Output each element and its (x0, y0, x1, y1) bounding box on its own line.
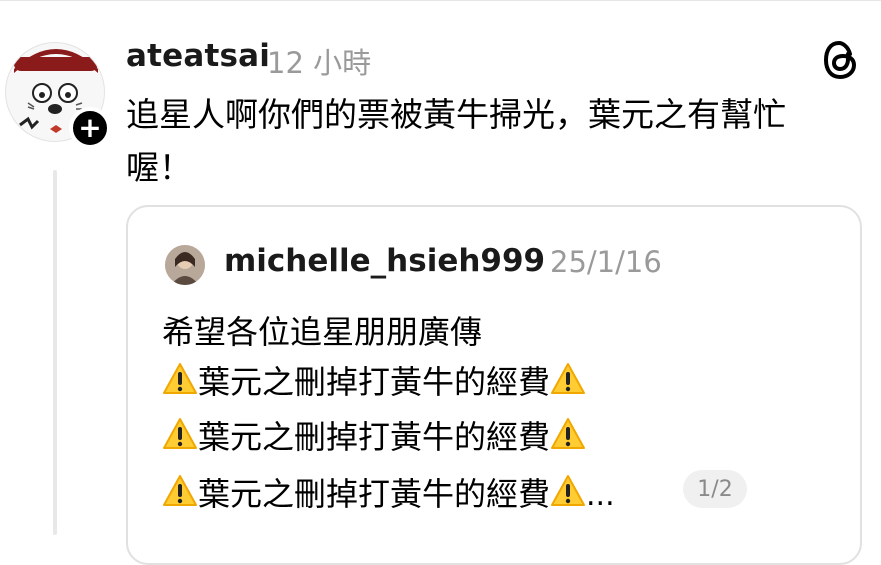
warning-text: 葉元之刪掉打黃牛的經費 (198, 475, 551, 513)
quoted-username[interactable]: michelle_hsieh999 (224, 243, 545, 279)
warning-emoji-icon (162, 362, 198, 396)
quoted-date: 25/1/16 (550, 245, 662, 279)
post-username[interactable]: ateatsai (126, 38, 270, 74)
warning-emoji-icon (550, 474, 586, 508)
truncation-ellipsis: ... (586, 478, 615, 513)
post-body: 追星人啊你們的票被黃牛掃光，葉元之有幫忙 喔！ (126, 88, 846, 194)
warning-text: 葉元之刪掉打黃牛的經費 (198, 418, 551, 456)
post-time: 12 小時 (267, 46, 372, 80)
post-text-line: 追星人啊你們的票被黃牛掃光，葉元之有幫忙 (126, 95, 786, 134)
thread-line (53, 170, 57, 535)
follow-plus-icon[interactable]: + (69, 107, 111, 149)
threads-logo-icon[interactable] (822, 40, 860, 80)
warning-emoji-icon (550, 362, 586, 396)
warning-emoji-icon (550, 417, 586, 451)
post-text-line: 喔！ (126, 148, 192, 187)
warning-emoji-icon (162, 417, 198, 451)
warning-emoji-icon (162, 474, 198, 508)
photo-avatar-icon (165, 245, 205, 285)
top-divider (0, 0, 881, 1)
carousel-page-indicator[interactable]: 1/2 (683, 470, 747, 508)
quoted-post-card[interactable]: michelle_hsieh999 25/1/16 希望各位追星朋朋廣傳 葉元之… (126, 205, 862, 565)
quoted-warning-line: 葉元之刪掉打黃牛的經費 (162, 412, 586, 458)
quoted-warning-line: 葉元之刪掉打黃牛的經費 (162, 357, 586, 403)
quoted-user-avatar[interactable] (165, 245, 205, 285)
quoted-warning-line: 葉元之刪掉打黃牛的經費... (162, 469, 615, 515)
quoted-text-line: 希望各位追星朋朋廣傳 (162, 313, 483, 351)
warning-text: 葉元之刪掉打黃牛的經費 (198, 363, 551, 401)
